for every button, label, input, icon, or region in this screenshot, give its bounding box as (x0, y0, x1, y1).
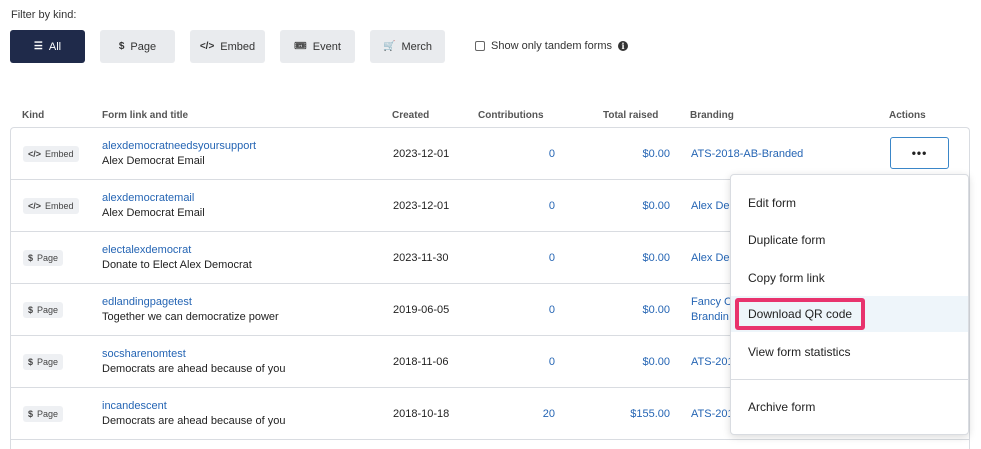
form-title: Donate to Elect Alex Democrat (102, 259, 252, 271)
created-date: 2023-12-01 (393, 148, 450, 160)
branding-link-line2[interactable]: Brandin (691, 311, 729, 323)
form-link[interactable]: alexdemocratneedsyoursupport (102, 140, 256, 152)
cart-icon: 🛒 (382, 41, 396, 52)
form-title: Together we can democratize power (102, 311, 279, 323)
dollar-icon: $ (28, 357, 34, 367)
column-header-form: Form link and title (102, 110, 189, 121)
filter-merch-button[interactable]: 🛒 Merch (370, 30, 445, 63)
created-date: 2019-06-05 (393, 304, 450, 316)
tandem-checkbox[interactable] (475, 41, 485, 51)
menu-item-archive-form[interactable]: Archive form (731, 389, 968, 425)
dollar-icon: $ (28, 305, 34, 315)
tandem-label[interactable]: Show only tandem forms (491, 40, 612, 52)
dollar-icon: $ (118, 41, 125, 52)
filter-event-button[interactable]: 🎟 Event (280, 30, 355, 63)
branding-link[interactable]: ATS-2018-AB-Branded (691, 148, 803, 160)
kind-badge: $ Page (23, 250, 64, 266)
form-title: Democrats are ahead because of you (102, 363, 286, 375)
dollar-icon: $ (28, 253, 34, 263)
contributions-count[interactable]: 0 (491, 200, 555, 212)
form-link[interactable]: edlandingpagetest (102, 296, 192, 308)
menu-item-edit-form[interactable]: Edit form (731, 185, 968, 221)
form-link[interactable]: incandescent (102, 400, 167, 412)
actions-menu: Edit form Duplicate form Copy form link … (730, 174, 969, 435)
contributions-count[interactable]: 0 (491, 304, 555, 316)
contributions-count[interactable]: 0 (491, 148, 555, 160)
column-header-branding: Branding (690, 110, 734, 121)
form-link[interactable]: socsharenomtest (102, 348, 186, 360)
column-header-contributions: Contributions (478, 110, 544, 121)
branding-link[interactable]: ATS-201 (691, 408, 734, 420)
dollar-icon: $ (28, 409, 34, 419)
created-date: 2023-11-30 (393, 252, 449, 264)
code-icon: </> (28, 201, 42, 211)
filter-label: Filter by kind: (11, 9, 77, 21)
column-header-total-raised: Total raised (603, 110, 659, 121)
branding-link[interactable]: Fancy C (691, 296, 732, 308)
menu-item-duplicate-form[interactable]: Duplicate form (731, 222, 968, 258)
created-date: 2018-11-06 (393, 356, 449, 368)
form-title: Alex Democrat Email (102, 155, 205, 167)
total-raised[interactable]: $0.00 (591, 200, 670, 212)
ticket-icon: 🎟 (294, 41, 307, 52)
created-date: 2018-10-18 (393, 408, 450, 420)
filter-embed-button[interactable]: </> Embed (190, 30, 265, 63)
column-header-created: Created (392, 110, 430, 121)
total-raised[interactable]: $0.00 (591, 304, 670, 316)
total-raised[interactable]: $0.00 (591, 252, 670, 264)
total-raised[interactable]: $155.00 (591, 408, 670, 420)
menu-item-copy-form-link[interactable]: Copy form link (731, 260, 968, 296)
total-raised[interactable]: $0.00 (591, 356, 670, 368)
column-header-kind: Kind (22, 110, 45, 121)
highlight-box: Download QR code (735, 298, 866, 330)
code-icon: </> (199, 41, 215, 52)
contributions-count[interactable]: 0 (491, 252, 555, 264)
kind-badge: $ Page (23, 406, 64, 422)
tandem-filter: Show only tandem forms i (475, 40, 629, 52)
total-raised[interactable]: $0.00 (591, 148, 670, 160)
table-row: </> Embed alexdemocratneedsyoursupport Al… (11, 128, 969, 180)
kind-badge: $ Page (23, 302, 64, 318)
form-title: Democrats are ahead because of you (102, 415, 286, 427)
created-date: 2023-12-01 (393, 200, 450, 212)
row-actions-button[interactable]: ••• (890, 137, 949, 169)
kind-badge: $ Page (23, 354, 64, 370)
list-icon: ☰ (33, 41, 43, 52)
contributions-count[interactable]: 0 (491, 356, 555, 368)
info-icon[interactable]: i (618, 41, 629, 51)
column-header-actions: Actions (889, 110, 926, 121)
code-icon: </> (28, 149, 42, 159)
menu-item-download-qr-code[interactable]: Download QR code (731, 296, 968, 332)
branding-link[interactable]: Alex Der (691, 252, 733, 264)
menu-item-view-form-statistics[interactable]: View form statistics (731, 334, 968, 370)
kind-badge: </> Embed (23, 198, 79, 214)
filter-page-button[interactable]: $ Page (100, 30, 175, 63)
menu-divider (731, 379, 968, 380)
branding-link[interactable]: ATS-201 (691, 356, 734, 368)
kind-badge: </> Embed (23, 146, 79, 162)
form-title: Alex Democrat Email (102, 207, 205, 219)
branding-link[interactable]: Alex Der (691, 200, 733, 212)
form-link[interactable]: electalexdemocrat (102, 244, 191, 256)
contributions-count[interactable]: 20 (491, 408, 555, 420)
filter-all-button[interactable]: ☰ All (10, 30, 85, 63)
form-link[interactable]: alexdemocratemail (102, 192, 194, 204)
